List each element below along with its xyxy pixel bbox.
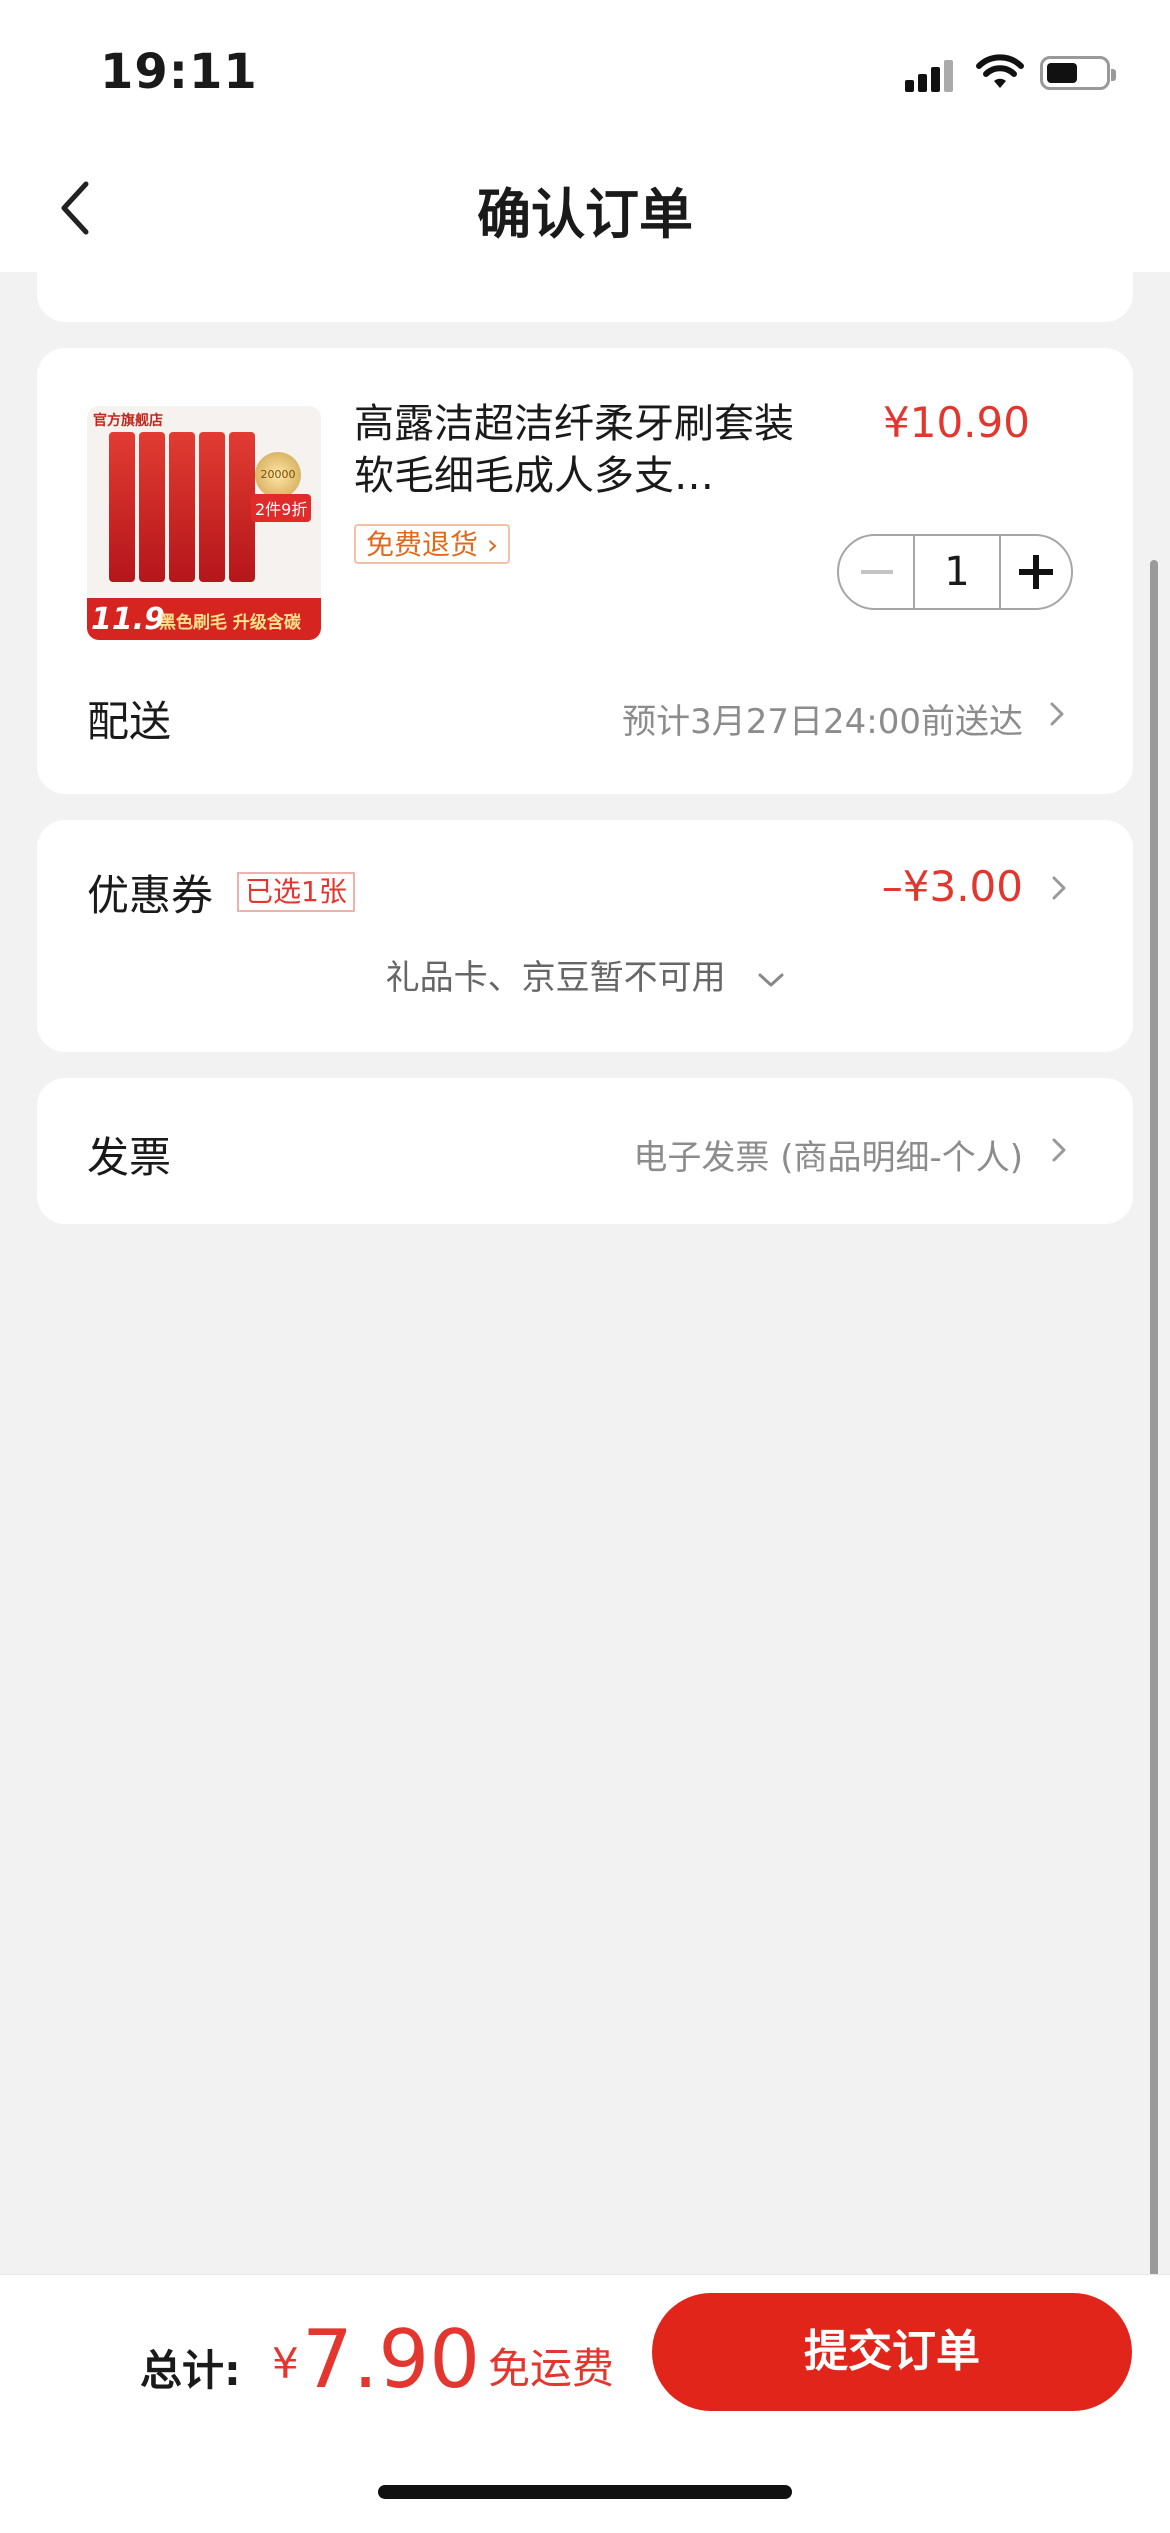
invoice-value: 电子发票 (商品明细-个人)	[633, 1138, 1023, 1178]
free-return-label: 免费退货	[366, 528, 479, 561]
chevron-right-icon: ›	[486, 528, 499, 561]
header: 19:11 确认订单	[0, 0, 1170, 272]
coupon-selected-tag: 已选1张	[237, 872, 355, 912]
free-shipping-label: 免运费	[488, 2344, 615, 2393]
invoice-label: 发票	[87, 1133, 172, 1182]
delivery-eta[interactable]: 预计3月27日24:00前送达	[622, 694, 1023, 743]
gift-card-note[interactable]: 礼品卡、京豆暂不可用	[37, 950, 1133, 999]
chevron-right-icon[interactable]	[1047, 876, 1071, 900]
quality-seal: 20000	[255, 452, 301, 498]
cellular-signal-icon	[905, 58, 955, 92]
submit-order-button[interactable]: 提交订单	[652, 2293, 1132, 2411]
product-price: ¥10.90	[883, 398, 1030, 447]
coupon-card: 优惠券 已选1张 –¥3.00 礼品卡、京豆暂不可用	[37, 820, 1133, 1052]
page-title: 确认订单	[477, 183, 693, 246]
total-currency: ¥	[272, 2339, 299, 2388]
delivery-label: 配送	[87, 697, 172, 746]
status-time: 19:11	[100, 44, 258, 100]
home-indicator[interactable]	[378, 2485, 792, 2499]
minus-icon	[861, 570, 893, 574]
invoice-card[interactable]: 发票 电子发票 (商品明细-个人)	[37, 1078, 1133, 1224]
quantity-value[interactable]: 1	[913, 536, 1001, 608]
product-card: 官方旗舰店 20000 2件9折 11.9 黑色刷毛 升级含碳 高露洁超洁纤柔牙…	[37, 348, 1133, 794]
quantity-stepper: 1	[837, 534, 1073, 610]
decrease-button[interactable]	[839, 536, 915, 608]
coupon-label: 优惠券	[87, 871, 214, 920]
increase-button[interactable]	[997, 536, 1073, 608]
scrollbar[interactable]	[1150, 560, 1158, 2340]
chevron-right-icon	[1052, 1138, 1066, 1162]
free-return-tag[interactable]: 免费退货 ›	[354, 524, 511, 564]
wifi-icon	[976, 54, 1024, 88]
product-name[interactable]: 高露洁超洁纤柔牙刷套装软毛细毛成人多支…	[354, 398, 794, 502]
checkout-bar: 总计: ¥ 7.90 免运费 提交订单	[0, 2274, 1170, 2533]
thumb-price: 11.9	[91, 602, 166, 637]
thumb-banner-text: 黑色刷毛 升级含碳	[159, 613, 301, 633]
promo-badge: 2件9折	[251, 494, 312, 522]
product-image[interactable]: 官方旗舰店 20000 2件9折 11.9 黑色刷毛 升级含碳	[87, 406, 321, 640]
shop-label: 官方旗舰店	[93, 413, 163, 429]
chevron-down-icon	[758, 973, 784, 986]
chevron-right-icon[interactable]	[1045, 702, 1069, 726]
address-card-edge	[37, 250, 1133, 322]
total-amount: 7.90	[302, 2313, 481, 2406]
total-label: 总计:	[140, 2346, 241, 2395]
gift-card-note-text: 礼品卡、京豆暂不可用	[385, 958, 726, 998]
coupon-discount[interactable]: –¥3.00	[882, 862, 1023, 911]
battery-icon	[1040, 56, 1116, 90]
